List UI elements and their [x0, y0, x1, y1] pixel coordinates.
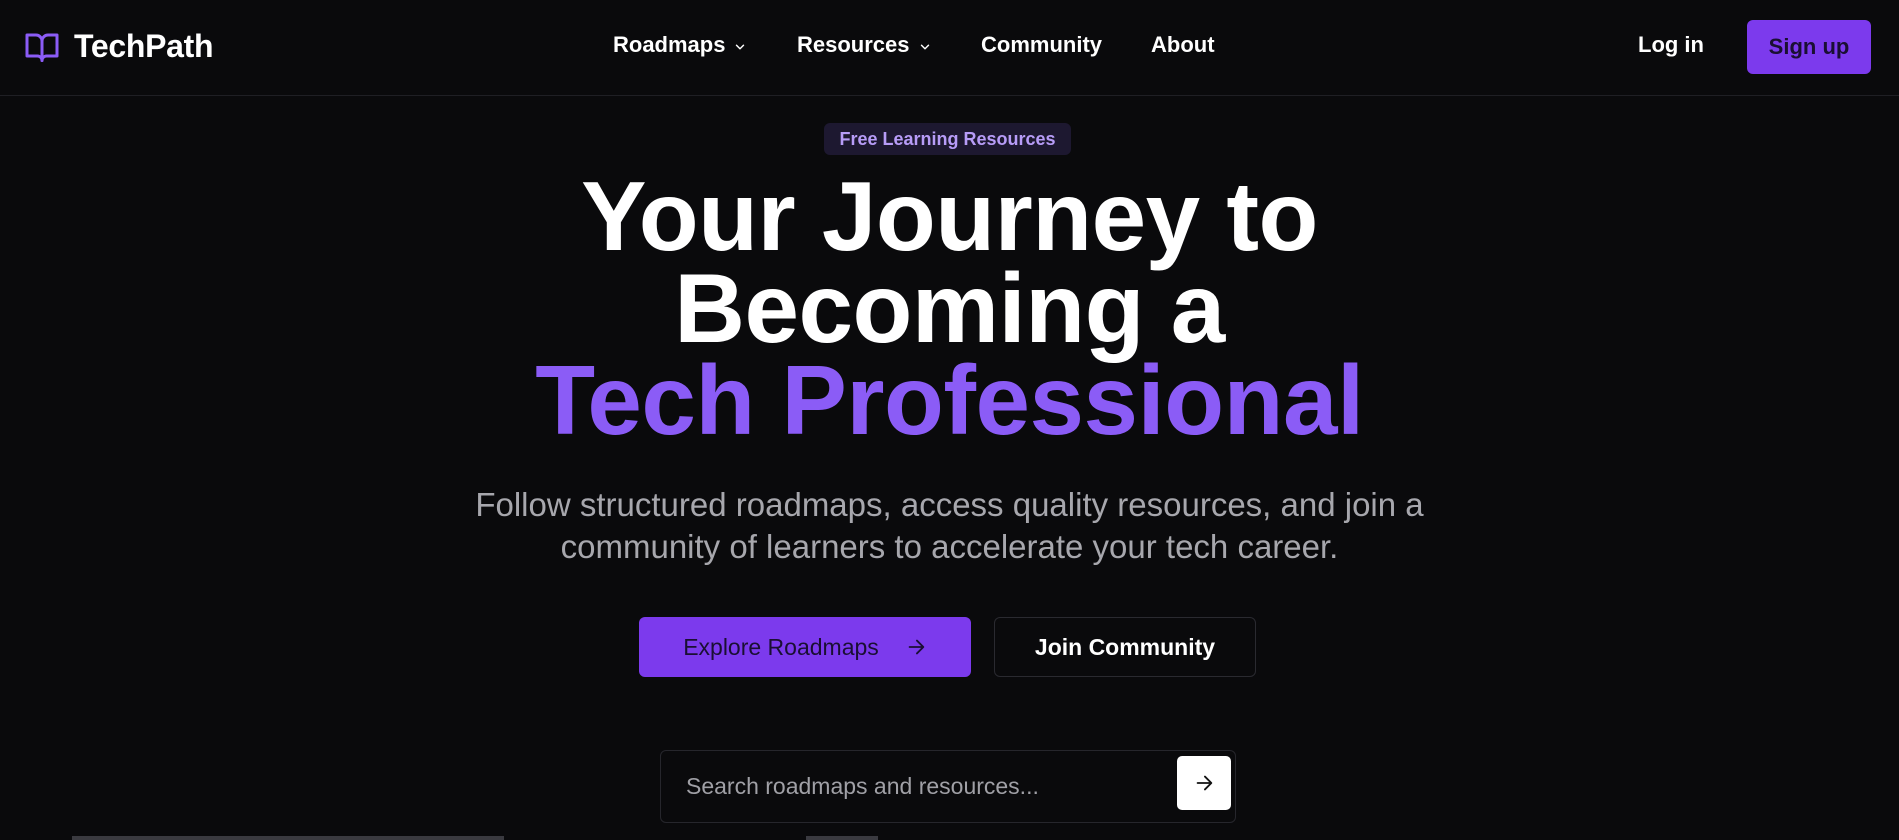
signup-button[interactable]: Sign up — [1747, 20, 1871, 74]
nav-resources-label: Resources — [797, 32, 910, 57]
scroll-preview-strip — [72, 836, 504, 840]
scroll-preview-strip — [806, 836, 878, 840]
explore-roadmaps-label: Explore Roadmaps — [683, 633, 879, 660]
search-input[interactable] — [662, 752, 1162, 821]
brand-name: TechPath — [74, 28, 214, 64]
nav-about-label: About — [1151, 32, 1215, 57]
arrow-right-icon — [1196, 775, 1213, 791]
nav-resources[interactable]: Resources — [797, 32, 932, 58]
headline-line-1: Your Journey to — [581, 161, 1318, 271]
headline-accent: Tech Professional — [535, 345, 1364, 455]
join-community-button[interactable]: Join Community — [994, 617, 1256, 677]
chevron-down-icon — [920, 44, 929, 50]
search-submit-button[interactable] — [1177, 756, 1231, 810]
nav-about[interactable]: About — [1151, 32, 1215, 58]
arrow-right-icon — [908, 639, 925, 655]
headline-line-2: Becoming a — [674, 253, 1225, 363]
subtitle-line-1: Follow structured roadmaps, access quali… — [475, 486, 1424, 523]
nav-community[interactable]: Community — [981, 32, 1102, 58]
hero-subtitle: Follow structured roadmaps, access quali… — [0, 484, 1899, 568]
search-bar — [660, 750, 1236, 823]
hero-badge: Free Learning Resources — [824, 123, 1071, 155]
top-navbar: TechPath Roadmaps Resources Community Ab… — [0, 0, 1899, 96]
explore-roadmaps-button[interactable]: Explore Roadmaps — [639, 617, 971, 677]
nav-roadmaps[interactable]: Roadmaps — [613, 32, 747, 58]
brand-logo[interactable]: TechPath — [24, 28, 214, 65]
hero-headline: Your Journey to Becoming a Tech Professi… — [0, 161, 1899, 455]
chevron-down-icon — [736, 44, 745, 50]
book-open-icon — [25, 33, 59, 62]
nav-community-label: Community — [981, 32, 1102, 57]
nav-roadmaps-label: Roadmaps — [613, 32, 726, 57]
login-link[interactable]: Log in — [1638, 32, 1704, 58]
subtitle-line-2: community of learners to accelerate your… — [560, 528, 1339, 565]
